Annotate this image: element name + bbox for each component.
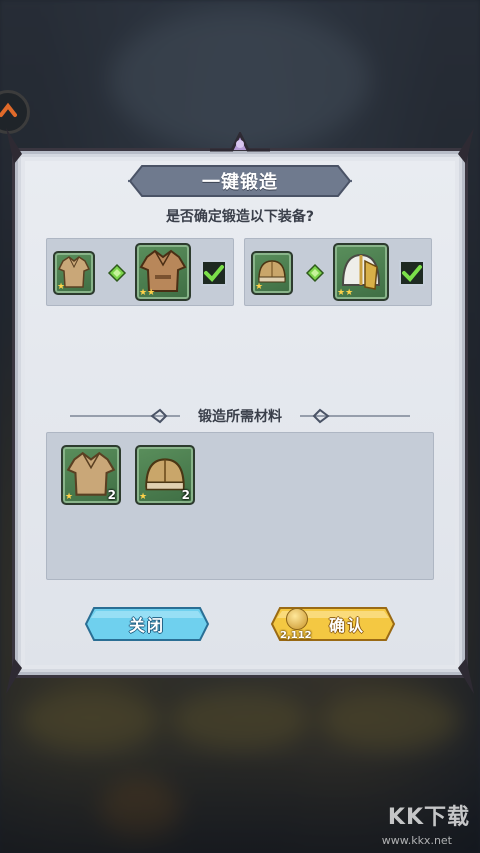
material-count: 2 [181, 488, 190, 502]
forge-checkbox[interactable] [399, 260, 425, 286]
materials-panel: ★ 2 ★ 2 [46, 432, 434, 580]
target-equipment-slot[interactable]: ★★ [135, 243, 191, 301]
gold-coin-icon [286, 608, 308, 630]
close-button[interactable]: 关闭 [84, 606, 210, 642]
close-label: 关闭 [128, 616, 165, 635]
watermark-url: www.kkx.net [381, 834, 452, 847]
forge-checkbox[interactable] [201, 260, 227, 286]
title-banner: 一键锻造 [128, 164, 352, 198]
checkmark-icon [402, 265, 422, 282]
forge-pair-panel: ★ ★★ [244, 238, 432, 306]
frame-spike-icon [458, 658, 474, 694]
frame-spike-icon [458, 128, 474, 164]
dialog-title: 一键锻造 [202, 172, 278, 193]
upgrade-arrow-icon [107, 263, 127, 283]
material-count: 2 [107, 488, 116, 502]
material-slot[interactable]: ★ 2 [61, 445, 121, 505]
checkmark-icon [204, 265, 224, 282]
material-slot[interactable]: ★ 2 [135, 445, 195, 505]
confirm-label: 确认 [328, 616, 365, 635]
confirm-question: 是否确定锻造以下装备? [165, 209, 315, 225]
source-equipment-slot[interactable]: ★ [53, 251, 95, 295]
target-equipment-slot[interactable]: ★★ [333, 243, 389, 301]
forge-dialog: 一键锻造 是否确定锻造以下装备? ★ ★★ ★ ★★ 锻造所需材料 ★ 2 ★ … [6, 128, 474, 694]
confirm-button[interactable]: 2,112 确认 [270, 606, 396, 642]
materials-section-header: 锻造所需材料 [12, 406, 468, 426]
top-ornament-icon [210, 132, 270, 152]
forge-pair-panel: ★ ★★ [46, 238, 234, 306]
frame-spike-icon [6, 128, 22, 164]
materials-title: 锻造所需材料 [198, 409, 282, 425]
frame-spike-icon [6, 658, 22, 694]
watermark-logo: KK下载 [387, 805, 470, 830]
forge-cost: 2,112 [280, 630, 312, 641]
upgrade-arrow-icon [305, 263, 325, 283]
source-equipment-slot[interactable]: ★ [251, 251, 293, 295]
